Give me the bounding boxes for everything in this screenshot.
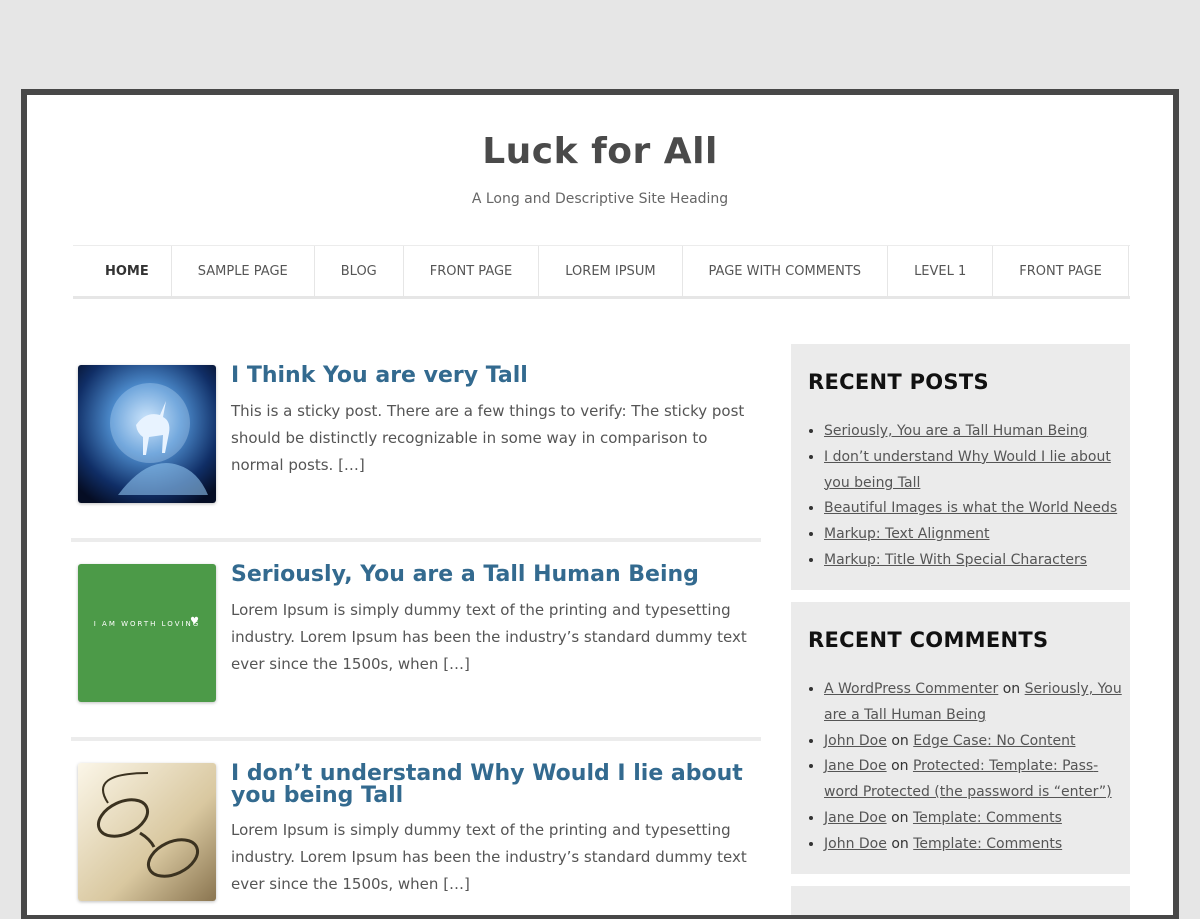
nav-item-level-1[interactable]: LEVEL 1 [888, 246, 994, 296]
list-item: I don’t understand Why Would I lie about… [824, 445, 1124, 497]
comment-on-text: on [1002, 681, 1021, 697]
recent-comments-list: A WordPress Commenter on Seriously, You … [806, 677, 1124, 858]
main-navigation: HOME SAMPLE PAGE BLOG FRONT PAGE LOREM I… [73, 245, 1130, 299]
comment-author-link[interactable]: John Doe [824, 836, 887, 852]
recent-post-link[interactable]: Markup: Text Alignment [824, 526, 990, 542]
comment-author-link[interactable]: Jane Doe [824, 810, 887, 826]
comment-on-text: on [891, 835, 909, 852]
list-item: Seriously, You are a Tall Human Being [824, 419, 1124, 445]
recent-posts-list: Seriously, You are a Tall Human Being I … [806, 419, 1124, 574]
unicorn-image[interactable] [78, 365, 216, 503]
comment-author-link[interactable]: Jane Doe [824, 758, 887, 774]
post-title[interactable]: I don’t understand Why Would I lie about… [231, 763, 751, 807]
post-excerpt: This is a sticky post. There are a few t… [231, 402, 745, 474]
comment-author-link[interactable]: John Doe [824, 733, 887, 749]
recent-post-link[interactable]: Seriously, You are a Tall Human Being [824, 423, 1088, 439]
list-item: Beautiful Images is what the World Needs [824, 496, 1124, 522]
nav-item-front-page[interactable]: FRONT PAGE [404, 246, 540, 296]
recent-post-link[interactable]: Markup: Title With Special Characters [824, 552, 1087, 568]
page: Luck for All A Long and Descriptive Site… [27, 95, 1173, 915]
nav-item-sample-page[interactable]: SAMPLE PAGE [172, 246, 315, 296]
comment-author-link[interactable]: A WordPress Commenter [824, 681, 998, 697]
nav-item-front-page-2[interactable]: FRONT PAGE [993, 246, 1129, 296]
nav-item-home[interactable]: HOME [73, 246, 172, 296]
green-banner-image[interactable]: I AM WORTH LOVING ♥ [78, 564, 216, 702]
post-excerpt: Lorem Ipsum is simply dummy text of the … [231, 601, 747, 673]
post-item: I Think You are very Tall This is a stic… [71, 365, 761, 535]
list-item: John Doe on Edge Case: No Content [824, 729, 1124, 755]
post-item: I don’t understand Why Would I lie about… [71, 763, 761, 915]
widget-title: RECENT POSTS [808, 370, 989, 394]
nav-item-page-with-comments[interactable]: PAGE WITH COMMENTS [683, 246, 889, 296]
list-item: A WordPress Commenter on Seriously, You … [824, 677, 1124, 729]
site-description: A Long and Descriptive Site Heading [471, 191, 729, 207]
post-excerpt: Lorem Ipsum is simply dummy text of the … [231, 821, 747, 893]
post-title[interactable]: Seriously, You are a Tall Human Being [231, 564, 751, 586]
list-item: Jane Doe on Protected: Template: Pass­wo… [824, 754, 1124, 806]
list-item: John Doe on Template: Comments [824, 832, 1124, 858]
heart-icon: ♥ [190, 616, 199, 627]
thumbnail-text: I AM WORTH LOVING [93, 620, 201, 628]
comment-post-link[interactable]: Edge Case: No Content [913, 733, 1075, 749]
post-title[interactable]: I Think You are very Tall [231, 365, 751, 387]
list-item: Jane Doe on Template: Comments [824, 806, 1124, 832]
post-item: I AM WORTH LOVING ♥ Seriously, You are a… [71, 564, 761, 734]
comment-post-link[interactable]: Template: Comments [913, 836, 1062, 852]
list-item: Markup: Title With Special Characters [824, 548, 1124, 574]
recent-post-link[interactable]: I don’t understand Why Would I lie about… [824, 449, 1111, 491]
post-divider [71, 737, 761, 741]
list-item: Markup: Text Alignment [824, 522, 1124, 548]
comment-on-text: on [891, 732, 909, 749]
glasses-image[interactable] [78, 763, 216, 901]
comment-post-link[interactable]: Template: Comments [913, 810, 1062, 826]
recent-posts-widget: RECENT POSTS Seriously, You are a Tall H… [791, 344, 1130, 590]
site-title[interactable]: Luck for All [27, 131, 1173, 172]
widget-title: RECENT COMMENTS [808, 628, 1049, 652]
sidebar-widget [791, 886, 1130, 915]
recent-post-link[interactable]: Beautiful Images is what the World Needs [824, 500, 1117, 516]
post-divider [71, 538, 761, 542]
comment-on-text: on [891, 758, 909, 775]
comment-on-text: on [891, 809, 909, 826]
recent-comments-widget: RECENT COMMENTS A WordPress Commenter on… [791, 602, 1130, 874]
nav-item-lorem-ipsum[interactable]: LOREM IPSUM [539, 246, 683, 296]
nav-item-blog[interactable]: BLOG [315, 246, 404, 296]
